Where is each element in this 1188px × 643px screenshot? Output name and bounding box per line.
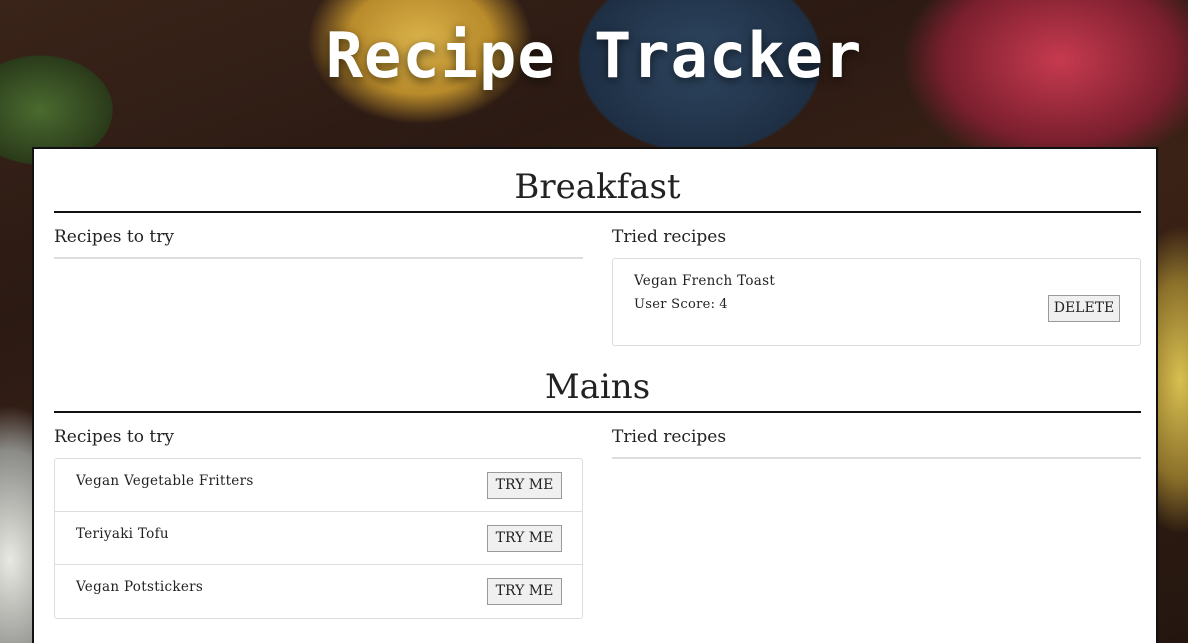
user-score: User Score: 4 bbox=[634, 297, 728, 312]
user-score-label: User Score: bbox=[634, 297, 716, 312]
hero-banner: Recipe Tracker bbox=[0, 0, 1188, 148]
delete-button[interactable]: DELETE bbox=[1048, 295, 1120, 322]
list-item: Vegan Potstickers TRY ME bbox=[55, 565, 582, 618]
mains-tried-heading: Tried recipes bbox=[612, 425, 1141, 459]
tried-recipe-name: Vegan French Toast bbox=[634, 273, 776, 289]
section-title-mains: Mains bbox=[54, 365, 1141, 413]
breakfast-to-try-column: Recipes to try bbox=[54, 225, 583, 259]
user-score-value: 4 bbox=[719, 297, 728, 312]
try-me-button[interactable]: TRY ME bbox=[487, 472, 562, 499]
recipe-name: Teriyaki Tofu bbox=[76, 526, 169, 542]
breakfast-tried-column: Tried recipes Vegan French Toast User Sc… bbox=[612, 225, 1141, 346]
section-title-breakfast: Breakfast bbox=[54, 165, 1141, 213]
mains-to-try-heading: Recipes to try bbox=[54, 427, 174, 447]
list-item: Teriyaki Tofu TRY ME bbox=[55, 512, 582, 565]
tried-recipe-item: Vegan French Toast User Score: 4 DELETE bbox=[612, 258, 1141, 346]
mains-to-try-list: Vegan Vegetable Fritters TRY ME Teriyaki… bbox=[54, 458, 583, 619]
recipe-name: Vegan Vegetable Fritters bbox=[76, 473, 254, 489]
try-me-button[interactable]: TRY ME bbox=[487, 578, 562, 605]
breakfast-tried-heading: Tried recipes bbox=[612, 227, 727, 247]
mains-tried-column: Tried recipes bbox=[612, 425, 1141, 459]
try-me-button[interactable]: TRY ME bbox=[487, 525, 562, 552]
site-title: Recipe Tracker bbox=[325, 19, 863, 92]
list-item: Vegan Vegetable Fritters TRY ME bbox=[55, 459, 582, 512]
mains-to-try-column: Recipes to try Vegan Vegetable Fritters … bbox=[54, 425, 583, 619]
recipe-name: Vegan Potstickers bbox=[76, 579, 204, 595]
recipe-card: Breakfast Recipes to try Tried recipes V… bbox=[32, 147, 1158, 643]
breakfast-to-try-heading: Recipes to try bbox=[54, 225, 583, 259]
